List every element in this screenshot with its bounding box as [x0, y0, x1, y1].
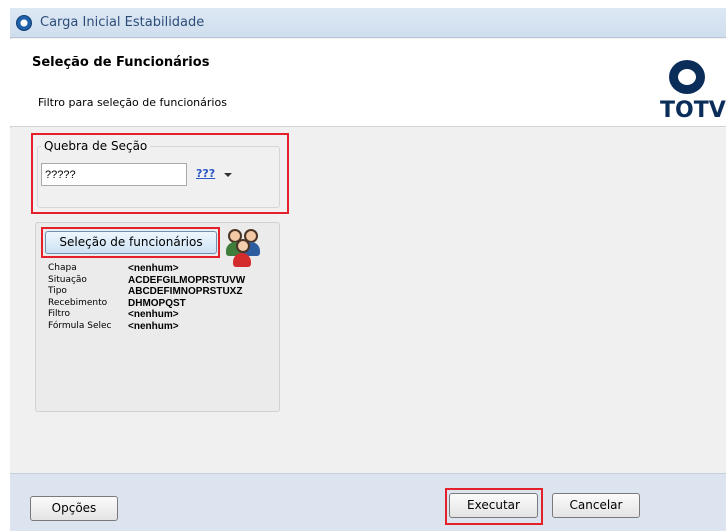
- lookup-label: ???: [196, 167, 216, 180]
- totvs-logo-icon: [669, 60, 705, 94]
- chevron-down-icon: [224, 173, 232, 177]
- summary-label: Tipo: [48, 286, 67, 296]
- summary-value: <nenhum>: [128, 309, 179, 320]
- summary-label: Chapa: [48, 263, 77, 273]
- summary-label: Fórmula Selec: [48, 320, 112, 331]
- execute-button[interactable]: Executar: [449, 493, 538, 518]
- title-bar: Carga Inicial Estabilidade: [10, 8, 726, 38]
- totvs-logo-text: TOTVS: [660, 98, 726, 123]
- summary-label: Situação: [48, 274, 87, 285]
- summary-value: DHMOPQST: [128, 297, 186, 309]
- summary-label: Recebimento: [48, 297, 108, 308]
- employee-selection-button[interactable]: Seleção de funcionários: [45, 231, 217, 254]
- summary-label: Filtro: [48, 309, 71, 319]
- section-break-input[interactable]: [41, 163, 187, 186]
- summary-value: ACDEFGILMOPRSTUVW: [128, 274, 246, 286]
- app-icon: [16, 15, 32, 31]
- summary-value: <nenhum>: [128, 263, 179, 274]
- page-title: Seleção de Funcionários: [32, 55, 210, 70]
- window-title: Carga Inicial Estabilidade: [40, 15, 205, 30]
- lookup-dropdown-button[interactable]: ???: [196, 167, 236, 183]
- wizard-header: Seleção de Funcionários Filtro para sele…: [10, 39, 726, 127]
- page-subtitle: Filtro para seleção de funcionários: [38, 96, 227, 109]
- employees-icon: [224, 227, 264, 267]
- summary-value: ABCDEFIMNOPRSTUXZ: [128, 286, 243, 297]
- cancel-button[interactable]: Cancelar: [552, 493, 640, 518]
- section-break-label: Quebra de Seção: [41, 139, 151, 153]
- summary-value: <nenhum>: [128, 320, 179, 332]
- options-button[interactable]: Opções: [30, 496, 118, 521]
